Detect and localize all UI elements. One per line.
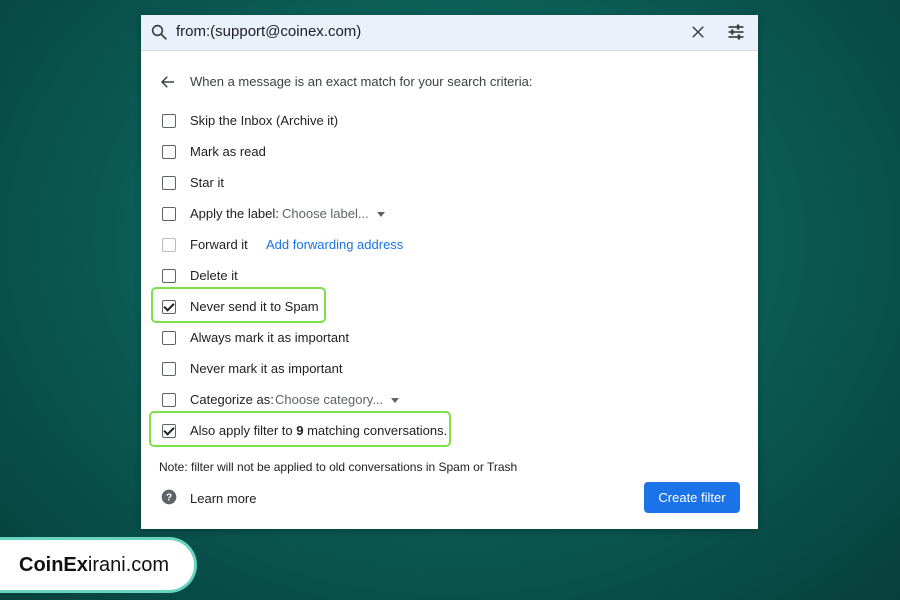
option-label: Skip the Inbox (Archive it) [190, 113, 339, 128]
apply-label-post: matching conversations. [303, 423, 448, 438]
option-always-important[interactable]: Always mark it as important [141, 328, 741, 350]
category-dropdown[interactable]: Choose category... [275, 392, 400, 407]
checkbox-delete-it[interactable] [162, 269, 176, 283]
add-forwarding-address-link[interactable]: Add forwarding address [266, 237, 403, 252]
close-icon[interactable] [689, 23, 707, 41]
category-dropdown-value: Choose category... [275, 392, 384, 407]
checkbox-skip-inbox[interactable] [162, 114, 176, 128]
brand-badge: CoinExirani.com [0, 537, 197, 593]
option-label: Star it [190, 175, 224, 190]
option-forward-it[interactable]: Forward it Add forwarding address [141, 235, 741, 257]
option-label: Delete it [190, 268, 238, 283]
search-options-icon[interactable] [726, 22, 746, 42]
search-bar[interactable]: from:(support@coinex.com) [141, 15, 758, 51]
learn-more-link[interactable]: Learn more [190, 491, 256, 506]
option-mark-as-read[interactable]: Mark as read [141, 142, 741, 164]
option-never-important[interactable]: Never mark it as important [141, 359, 741, 381]
option-label: Never mark it as important [190, 361, 343, 376]
checkbox-mark-as-read[interactable] [162, 145, 176, 159]
checkbox-apply-existing[interactable] [162, 424, 176, 438]
brand-name-rest: irani.com [87, 554, 170, 576]
svg-text:?: ? [166, 492, 172, 503]
checkbox-always-important[interactable] [162, 331, 176, 345]
checkbox-categorize[interactable] [162, 393, 176, 407]
search-input[interactable]: from:(support@coinex.com) [176, 23, 361, 40]
option-label: Always mark it as important [190, 330, 349, 345]
filter-note: Note: filter will not be applied to old … [159, 460, 518, 474]
apply-label-pre: Also apply filter to [190, 423, 297, 438]
option-label: Categorize as: [190, 392, 274, 407]
brand-logo-text: CoinExirani.com [19, 554, 169, 577]
help-icon[interactable]: ? [161, 489, 177, 505]
option-apply-label[interactable]: Apply the label: Choose label... [141, 204, 741, 226]
option-star-it[interactable]: Star it [141, 173, 741, 195]
search-icon[interactable] [150, 23, 168, 41]
checkbox-forward-it[interactable] [162, 238, 176, 252]
dropdown-caret-icon [391, 398, 400, 404]
checkbox-never-spam[interactable] [162, 300, 176, 314]
option-label: Mark as read [190, 144, 266, 159]
option-delete-it[interactable]: Delete it [141, 266, 741, 288]
brand-name-bold: CoinEx [19, 554, 88, 576]
filter-panel: from:(support@coinex.com) When a message… [141, 15, 758, 529]
dropdown-caret-icon [376, 212, 385, 218]
option-never-spam[interactable]: Never send it to Spam [141, 297, 741, 319]
checkbox-star-it[interactable] [162, 176, 176, 190]
criteria-header: When a message is an exact match for you… [190, 74, 533, 89]
back-arrow-icon[interactable] [159, 73, 177, 91]
checkbox-apply-label[interactable] [162, 207, 176, 221]
option-apply-existing[interactable]: Also apply filter to 9 matching conversa… [141, 421, 741, 443]
option-label: Also apply filter to 9 matching conversa… [190, 423, 447, 438]
option-categorize[interactable]: Categorize as: Choose category... [141, 390, 741, 412]
checkbox-never-important[interactable] [162, 362, 176, 376]
option-label: Apply the label: [190, 206, 279, 221]
create-filter-button[interactable]: Create filter [644, 482, 740, 513]
option-skip-inbox[interactable]: Skip the Inbox (Archive it) [141, 111, 741, 133]
option-label: Forward it [190, 237, 248, 252]
option-label: Never send it to Spam [190, 299, 319, 314]
label-dropdown-value: Choose label... [282, 206, 369, 221]
label-dropdown[interactable]: Choose label... [282, 206, 385, 221]
